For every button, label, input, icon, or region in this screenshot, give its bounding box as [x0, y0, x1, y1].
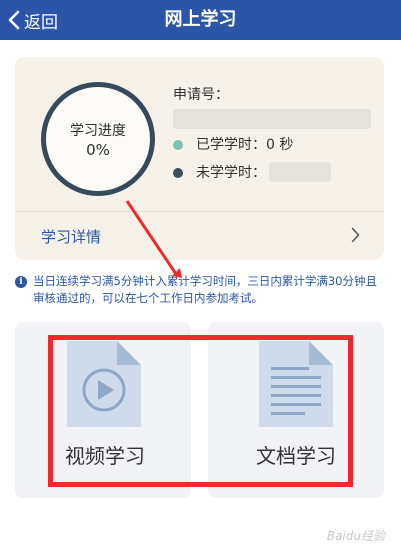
progress-ring: 学习进度 0%	[41, 82, 155, 196]
application-number-redacted	[173, 109, 371, 129]
page-title: 网上学习	[164, 9, 237, 30]
document-study-label: 文档学习	[256, 444, 336, 468]
studied-hours: 已学学时：0 秒	[196, 134, 293, 154]
navbar: 返回 网上学习	[0, 0, 401, 40]
progress-card: 学习进度 0% 申请号： 已学学时：0 秒 未学学时： 学习详情	[15, 57, 384, 260]
study-notice: 当日连续学习满5分钟计入累计学习时间，三日内累计学满30分钟且审核通过的，可以在…	[33, 274, 377, 305]
remaining-hours-redacted	[269, 162, 331, 182]
application-number-label: 申请号：	[173, 87, 229, 103]
progress-value: 0%	[86, 141, 110, 159]
document-file-icon	[259, 341, 333, 431]
video-study-label: 视频学习	[65, 444, 145, 468]
studied-dot	[173, 140, 183, 150]
watermark: Baidu经验	[326, 529, 385, 543]
info-icon: i	[15, 276, 27, 288]
video-file-icon	[67, 341, 141, 431]
document-study-tile[interactable]: 文档学习	[208, 322, 384, 498]
studied-hours-value: 0 秒	[266, 137, 294, 153]
studied-hours-label: 已学学时：	[196, 137, 266, 153]
card-divider	[15, 211, 384, 212]
progress-label: 学习进度	[70, 123, 126, 139]
remaining-hours-label: 未学学时：	[196, 165, 266, 181]
chevron-right-icon[interactable]	[351, 227, 360, 247]
video-study-tile[interactable]: 视频学习	[15, 322, 191, 498]
study-details-link[interactable]: 学习详情	[41, 226, 101, 247]
remaining-dot	[173, 168, 183, 178]
